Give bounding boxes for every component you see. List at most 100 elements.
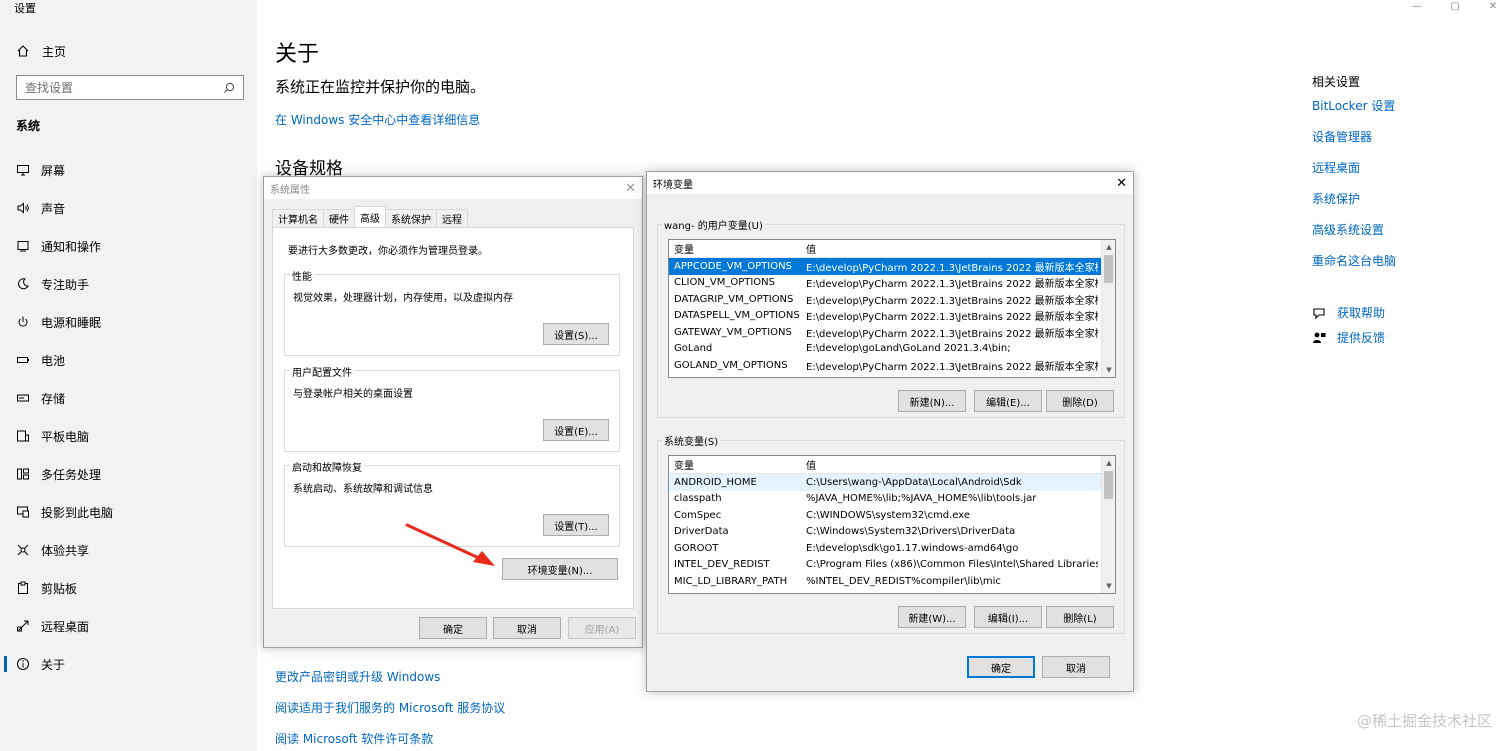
env-ok-button[interactable]: 确定	[967, 656, 1035, 678]
table-row[interactable]: GoLand E:\develop\goLand\GoLand 2021.3.4\…	[669, 341, 1115, 358]
user-variables-group: wang- 的用户变量(U) 变量 值 APPCODE_VM_OPTIONS E:…	[657, 217, 1125, 418]
system-variables-list[interactable]: 变量 值 ANDROID_HOME C:\Users\wang-\AppData\…	[668, 455, 1116, 594]
close-icon[interactable]: ✕	[625, 181, 636, 196]
minimize-button[interactable]: —	[1398, 0, 1436, 12]
variable-name: APPCODE_VM_OPTIONS	[674, 260, 792, 272]
table-row[interactable]: classpath %JAVA_HOME%\lib;%JAVA_HOME%\lib…	[669, 491, 1115, 508]
table-row[interactable]: DriverData C:\Windows\System32\Drivers\Dr…	[669, 524, 1115, 541]
nav-item-label: 电源和睡眠	[41, 315, 102, 330]
user-new-button[interactable]: 新建(N)...	[898, 390, 966, 412]
system-properties-dialog: 系统属性 ✕ 计算机名 硬件 高级 系统保护 远程 要进行大多数更改，你必须作为…	[263, 176, 643, 648]
nav-item[interactable]: 声音	[0, 189, 257, 227]
project-icon	[17, 506, 29, 518]
table-row[interactable]: MIC_LD_LIBRARY_PATH %INTEL_DEV_REDIST%com…	[669, 573, 1115, 590]
nav-item[interactable]: 通知和操作	[0, 227, 257, 265]
nav-item[interactable]: 电源和睡眠	[0, 303, 257, 341]
search-icon	[224, 82, 235, 93]
variable-name: INTEL_DEV_REDIST	[674, 559, 770, 571]
nav-item[interactable]: 关于	[0, 645, 257, 683]
change-product-key-link[interactable]: 更改产品密钥或升级 Windows	[275, 668, 440, 685]
sysprop-apply-button[interactable]: 应用(A)	[568, 617, 636, 639]
system-delete-button[interactable]: 删除(L)	[1046, 606, 1114, 628]
table-row[interactable]: DATAGRIP_VM_OPTIONS E:\develop\PyCharm 20…	[669, 291, 1115, 308]
sysprop-ok-button[interactable]: 确定	[419, 617, 487, 639]
nav-item-label: 多任务处理	[41, 467, 102, 482]
table-row[interactable]: ANDROID_HOME C:\Users\wang-\AppData\Local…	[669, 474, 1115, 491]
nav-item[interactable]: 屏幕	[0, 151, 257, 189]
table-row[interactable]: APPCODE_VM_OPTIONS E:\develop\PyCharm 202…	[669, 258, 1115, 275]
env-cancel-button[interactable]: 取消	[1042, 656, 1110, 678]
sysprop-cancel-button[interactable]: 取消	[493, 617, 561, 639]
search-input[interactable]	[25, 80, 215, 95]
variable-value: E:\develop\PyCharm 2022.1.3\JetBrains 20…	[806, 328, 1098, 340]
user-profiles-settings-button[interactable]: 设置(E)...	[543, 419, 609, 441]
scroll-up-icon[interactable]: ▲	[1102, 240, 1115, 254]
nav-item-label: 存储	[41, 391, 66, 406]
scroll-thumb[interactable]	[1104, 255, 1113, 283]
user-variables-list[interactable]: 变量 值 APPCODE_VM_OPTIONS E:\develop\PyChar…	[668, 239, 1116, 378]
column-value[interactable]: 值	[802, 241, 1098, 256]
nav-home[interactable]: 主页	[16, 42, 66, 60]
nav-item[interactable]: 剪贴板	[0, 569, 257, 607]
nav-item[interactable]: 专注助手	[0, 265, 257, 303]
rename-pc-link[interactable]: 重命名这台电脑	[1312, 252, 1396, 283]
security-center-link[interactable]: 在 Windows 安全中心中查看详细信息	[275, 111, 480, 128]
scroll-down-icon[interactable]: ▼	[1102, 579, 1115, 593]
tab-computer-name[interactable]: 计算机名	[272, 209, 324, 227]
nav-item[interactable]: 体验共享	[0, 531, 257, 569]
help-links: 获取帮助 提供反馈	[1312, 300, 1385, 350]
scroll-thumb[interactable]	[1104, 471, 1113, 499]
close-icon[interactable]: ✕	[1116, 176, 1127, 191]
help-icon	[1313, 307, 1325, 319]
table-row[interactable]: ComSpec C:\WINDOWS\system32\cmd.exe	[669, 507, 1115, 524]
maximize-button[interactable]: ▢	[1436, 0, 1474, 12]
device-manager-link[interactable]: 设备管理器	[1312, 128, 1396, 159]
column-variable[interactable]: 变量	[669, 457, 802, 472]
scroll-down-icon[interactable]: ▼	[1102, 363, 1115, 377]
column-value[interactable]: 值	[802, 457, 1098, 472]
environment-variables-button[interactable]: 环境变量(N)...	[502, 558, 618, 580]
nav-item[interactable]: 平板电脑	[0, 417, 257, 455]
system-new-button[interactable]: 新建(W)...	[898, 606, 966, 628]
scrollbar[interactable]: ▲ ▼	[1101, 456, 1115, 593]
table-row[interactable]: INTEL_DEV_REDIST C:\Program Files (x86)\C…	[669, 557, 1115, 574]
variable-value: C:\WINDOWS\system32\cmd.exe	[806, 509, 970, 521]
user-edit-button[interactable]: 编辑(E)...	[974, 390, 1042, 412]
variable-name: GATEWAY_VM_OPTIONS	[674, 326, 792, 338]
variable-name: GOROOT	[674, 542, 719, 554]
advanced-system-settings-link[interactable]: 高级系统设置	[1312, 221, 1396, 252]
column-variable[interactable]: 变量	[669, 241, 802, 256]
license-terms-link[interactable]: 阅读 Microsoft 软件许可条款	[275, 730, 433, 747]
user-delete-button[interactable]: 删除(D)	[1046, 390, 1114, 412]
get-help-link[interactable]: 获取帮助	[1312, 300, 1385, 325]
performance-settings-button[interactable]: 设置(S)...	[543, 323, 609, 345]
table-row[interactable]: GOLAND_VM_OPTIONS E:\develop\PyCharm 2022…	[669, 357, 1115, 374]
bitlocker-settings-link[interactable]: BitLocker 设置	[1312, 97, 1396, 128]
table-row[interactable]: GOROOT E:\develop\sdk\go1.17.windows-amd6…	[669, 540, 1115, 557]
scrollbar[interactable]: ▲ ▼	[1101, 240, 1115, 377]
nav-item[interactable]: 存储	[0, 379, 257, 417]
close-window-button[interactable]: ✕	[1474, 0, 1512, 12]
system-protection-link[interactable]: 系统保护	[1312, 190, 1396, 221]
table-row[interactable]: CLION_VM_OPTIONS E:\develop\PyCharm 2022.…	[669, 275, 1115, 292]
startup-recovery-settings-button[interactable]: 设置(T)...	[543, 514, 609, 536]
feedback-link[interactable]: 提供反馈	[1312, 325, 1385, 350]
remote-desktop-link[interactable]: 远程桌面	[1312, 159, 1396, 190]
nav-item[interactable]: 远程桌面	[0, 607, 257, 645]
search-box[interactable]	[16, 75, 244, 100]
nav-item[interactable]: 电池	[0, 341, 257, 379]
scroll-up-icon[interactable]: ▲	[1102, 456, 1115, 470]
nav-item[interactable]: 投影到此电脑	[0, 493, 257, 531]
tab-system-protection[interactable]: 系统保护	[385, 209, 437, 227]
variable-name: DriverData	[674, 526, 729, 538]
service-agreement-link[interactable]: 阅读适用于我们服务的 Microsoft 服务协议	[275, 699, 505, 716]
table-row[interactable]: DATASPELL_VM_OPTIONS E:\develop\PyCharm 2…	[669, 308, 1115, 325]
table-row[interactable]: GATEWAY_VM_OPTIONS E:\develop\PyCharm 202…	[669, 324, 1115, 341]
startup-recovery-legend: 启动和故障恢复	[290, 459, 364, 474]
system-edit-button[interactable]: 编辑(I)...	[974, 606, 1042, 628]
nav-item[interactable]: 多任务处理	[0, 455, 257, 493]
tab-remote[interactable]: 远程	[436, 209, 468, 227]
tab-hardware[interactable]: 硬件	[323, 209, 355, 227]
nav-item-label: 投影到此电脑	[41, 505, 114, 520]
tab-advanced[interactable]: 高级	[354, 206, 386, 227]
